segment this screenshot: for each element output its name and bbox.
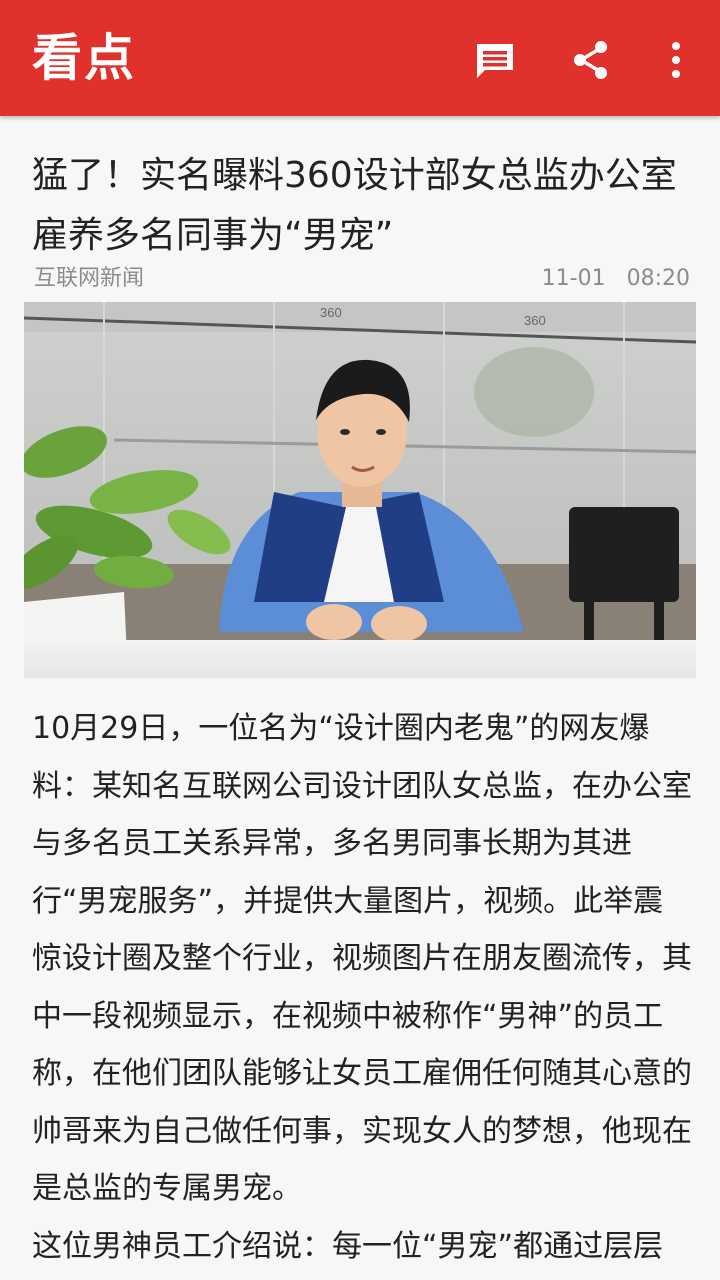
share-icon[interactable] — [567, 36, 615, 84]
article-time: 08:20 — [626, 266, 690, 291]
app-header: 看点 — [0, 0, 720, 116]
article-photo[interactable]: 360 360 — [24, 302, 696, 678]
comment-icon[interactable] — [471, 36, 519, 84]
more-vert-icon[interactable] — [652, 36, 700, 84]
article-title: 猛了！实名曝料360设计部女总监办公室雇养多名同事为“男宠” — [32, 155, 677, 256]
article-timestamp: 11-01 08:20 — [542, 262, 690, 296]
article-date: 11-01 — [541, 266, 606, 291]
app-title: 看点 — [32, 29, 136, 87]
article-body: 10月29日，一位名为“设计圈内老鬼”的网友爆料：某知名互联网公司设计团队女总监… — [32, 700, 692, 1280]
article-view[interactable]: 猛了！实名曝料360设计部女总监办公室雇养多名同事为“男宠” 互联网新闻 11-… — [0, 116, 720, 1280]
article-source: 互联网新闻 — [34, 266, 145, 291]
wall-logo-right: 360 — [524, 313, 546, 328]
article-paragraph: 这位男神员工介绍说：每一位“男宠”都通过层层筛选，相貌堂堂，风度翩翩，身材出众，… — [32, 1228, 664, 1264]
wall-logo-left: 360 — [320, 305, 342, 320]
article-paragraph: 10月29日，一位名为“设计圈内老鬼”的网友爆料：某知名互联网公司设计团队女总监… — [32, 711, 692, 1206]
